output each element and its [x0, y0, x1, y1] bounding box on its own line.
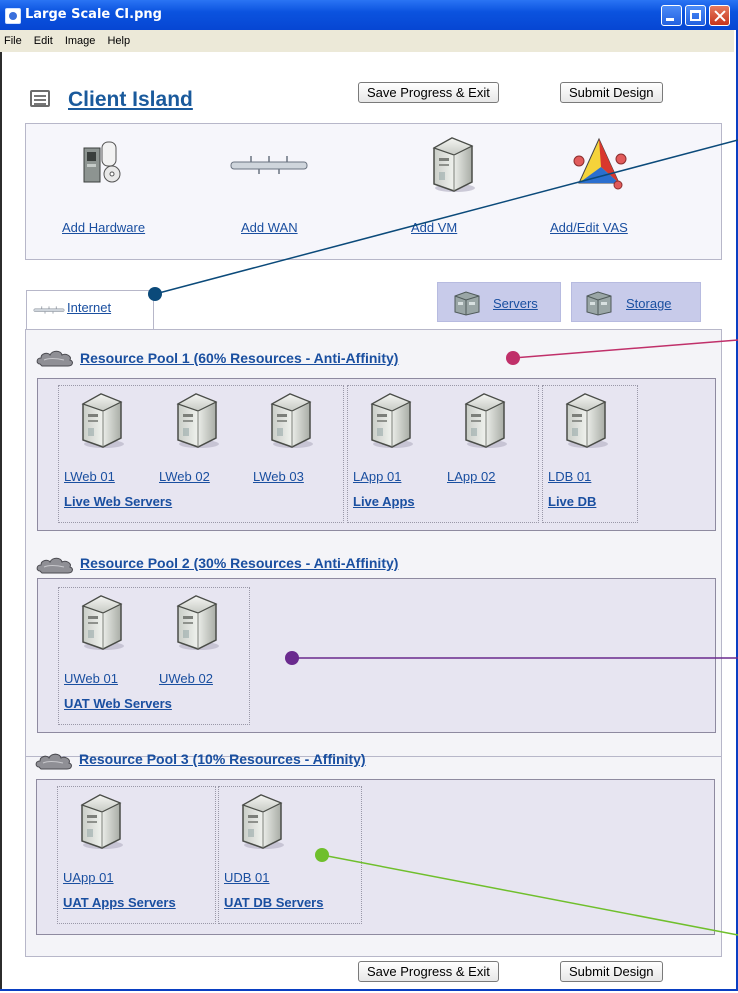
pool-2-box: UWeb 01 UWeb 02 UAT Web Servers: [37, 578, 716, 733]
submit-design-button[interactable]: Submit Design: [560, 82, 663, 103]
island-icon: [30, 90, 50, 107]
tab-servers[interactable]: Servers: [437, 282, 561, 322]
cloud-icon: [35, 751, 73, 771]
server-label[interactable]: UWeb 02: [159, 671, 213, 686]
add-hardware-link[interactable]: Add Hardware: [62, 220, 145, 235]
group-live-web-servers[interactable]: LWeb 01 LWeb 02 LWeb 03 Live Web Servers: [58, 385, 344, 523]
server-icon[interactable]: [266, 390, 316, 450]
pool-3-title-overlay[interactable]: Resource Pool 3 (10% Resources - Affinit…: [79, 751, 366, 767]
server-icon[interactable]: [172, 390, 222, 450]
menu-help[interactable]: Help: [107, 35, 130, 47]
tab-internet-label: Internet: [67, 300, 112, 315]
server-icon[interactable]: [460, 390, 510, 450]
tab-storage[interactable]: Storage: [571, 282, 701, 322]
group-uat-web-servers[interactable]: UWeb 01 UWeb 02 UAT Web Servers: [58, 587, 250, 725]
group-label[interactable]: Live Web Servers: [64, 494, 172, 509]
resource-pools-panel: Resource Pool 1 (60% Resources - Anti-Af…: [25, 329, 722, 757]
tab-internet[interactable]: Internet: [26, 290, 154, 330]
footer-save-progress-button[interactable]: Save Progress & Exit: [358, 961, 499, 982]
group-label[interactable]: Live Apps: [353, 494, 415, 509]
storage-icon: [584, 290, 614, 316]
tab-storage-label: Storage: [626, 296, 672, 311]
group-label[interactable]: UAT Apps Servers: [63, 895, 176, 910]
server-label[interactable]: UApp 01: [63, 870, 114, 885]
server-icon[interactable]: [237, 791, 287, 851]
server-label[interactable]: LApp 02: [447, 469, 495, 484]
wan-icon[interactable]: [229, 155, 309, 175]
add-wan-link[interactable]: Add WAN: [241, 220, 298, 235]
close-button[interactable]: [709, 5, 730, 26]
tab-servers-label: Servers: [493, 296, 538, 311]
footer-submit-design-button[interactable]: Submit Design: [560, 961, 663, 982]
server-label[interactable]: LWeb 01: [64, 469, 115, 484]
pool-2-title[interactable]: Resource Pool 2 (30% Resources - Anti-Af…: [80, 555, 398, 571]
vm-icon[interactable]: [428, 134, 478, 194]
toolbox: Add Hardware Add WAN Add VM Add/Edit VAS: [25, 123, 722, 260]
add-vm-link[interactable]: Add VM: [411, 220, 457, 235]
hardware-icon[interactable]: [81, 140, 125, 186]
group-label[interactable]: UAT Web Servers: [64, 696, 172, 711]
server-label[interactable]: UDB 01: [224, 870, 270, 885]
group-live-apps[interactable]: LApp 01 LApp 02 Live Apps: [347, 385, 539, 523]
wan-icon: [33, 305, 65, 315]
cloud-icon: [36, 348, 74, 368]
save-progress-button[interactable]: Save Progress & Exit: [358, 82, 499, 103]
server-label[interactable]: LDB 01: [548, 469, 591, 484]
server-icon[interactable]: [561, 390, 611, 450]
server-label[interactable]: UWeb 01: [64, 671, 118, 686]
server-label[interactable]: LWeb 03: [253, 469, 304, 484]
pool-1-box: LWeb 01 LWeb 02 LWeb 03 Live Web Servers…: [37, 378, 716, 531]
menu-image[interactable]: Image: [65, 35, 96, 47]
vas-icon[interactable]: [571, 137, 629, 191]
menu-bar: File Edit Image Help: [0, 30, 734, 52]
server-icon[interactable]: [77, 390, 127, 450]
page-title[interactable]: Client Island: [68, 88, 193, 112]
minimize-button[interactable]: [661, 5, 682, 26]
group-live-db[interactable]: LDB 01 Live DB: [542, 385, 638, 523]
server-icon[interactable]: [366, 390, 416, 450]
servers-icon: [452, 290, 482, 316]
group-label[interactable]: Live DB: [548, 494, 596, 509]
group-uat-apps-servers[interactable]: UApp 01 UAT Apps Servers: [57, 786, 216, 924]
group-label[interactable]: UAT DB Servers: [224, 895, 323, 910]
server-label[interactable]: LApp 01: [353, 469, 401, 484]
server-icon[interactable]: [76, 791, 126, 851]
server-label[interactable]: LWeb 02: [159, 469, 210, 484]
add-edit-vas-link[interactable]: Add/Edit VAS: [550, 220, 628, 235]
cloud-icon: [36, 555, 74, 575]
app-icon: [5, 8, 21, 24]
group-uat-db-servers[interactable]: UDB 01 UAT DB Servers: [218, 786, 362, 924]
server-icon[interactable]: [77, 592, 127, 652]
menu-edit[interactable]: Edit: [34, 35, 53, 47]
menu-file[interactable]: File: [4, 35, 22, 47]
maximize-button[interactable]: [685, 5, 706, 26]
window-title: Large Scale CI.png: [25, 7, 162, 22]
window-left-edge: [0, 52, 2, 989]
server-icon[interactable]: [172, 592, 222, 652]
pool-3-box: UApp 01 UAT Apps Servers UDB 01 UAT DB S…: [36, 779, 715, 935]
title-bar[interactable]: Large Scale CI.png: [0, 0, 738, 30]
pool-1-title[interactable]: Resource Pool 1 (60% Resources - Anti-Af…: [80, 350, 398, 366]
